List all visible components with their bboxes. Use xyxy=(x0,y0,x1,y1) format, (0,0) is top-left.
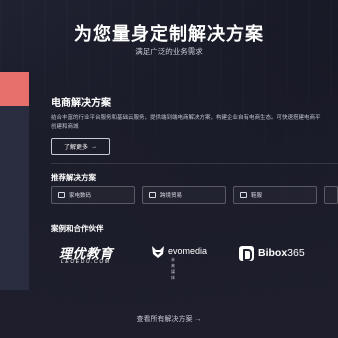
section-divider xyxy=(51,163,338,164)
partner-logo-name: Bibox365 xyxy=(258,247,305,259)
recommended-item-apparel[interactable]: 鞋服 xyxy=(233,186,317,204)
category-sidebar-active-item[interactable] xyxy=(0,72,29,106)
partner-logo-subtitle: 未 来 媒 体 xyxy=(171,257,177,280)
bibox-suffix: 365 xyxy=(287,247,305,259)
recommended-item-cross-border[interactable]: 跨境贸易 xyxy=(142,186,226,204)
learn-more-button[interactable]: 了解更多 → xyxy=(51,138,110,155)
recommended-item-label: 跨境贸易 xyxy=(160,193,183,199)
arrow-right-icon: → xyxy=(91,143,97,150)
view-all-label: 查看所有解决方案 xyxy=(136,316,193,323)
recommended-item-label: 家电数码 xyxy=(69,193,92,199)
partner-logo-name: evomedia xyxy=(168,246,208,256)
recommended-title: 推荐解决方案 xyxy=(51,173,96,182)
solution-description-line: 结合丰富的行业平台服务和基础云服务，提供端到端电商解决方案，构建企业自有电商生态… xyxy=(51,115,321,121)
recommended-item-label: 鞋服 xyxy=(251,193,263,199)
partners-title: 案例和合作伙伴 xyxy=(51,224,104,233)
solution-description-line: 创建和商城 xyxy=(51,124,79,130)
page-title: 为您量身定制解决方案 xyxy=(74,24,264,44)
arrow-right-icon: → xyxy=(194,316,202,323)
page-subtitle: 满足广泛的业务需求 xyxy=(135,47,203,56)
learn-more-label: 了解更多 xyxy=(63,145,88,151)
bibox-name: Bibox xyxy=(258,247,288,259)
bibox-mark-icon xyxy=(239,246,254,261)
partner-logo-subtitle: LEOEDU.COM xyxy=(61,259,111,265)
fox-icon xyxy=(152,246,164,258)
partner-logos: 理优教育 LEOEDU.COM evomedia 未 来 媒 体 Bibox36… xyxy=(51,238,338,280)
view-all-solutions-link[interactable]: 查看所有解决方案 → xyxy=(0,314,338,324)
category-sidebar[interactable] xyxy=(0,72,29,290)
recommended-list: 家电数码 跨境贸易 鞋服 xyxy=(51,186,338,204)
box-icon xyxy=(149,192,156,198)
recommended-item-partial[interactable] xyxy=(324,186,338,204)
box-icon xyxy=(58,192,65,198)
solution-title: 电商解决方案 xyxy=(51,98,111,109)
recommended-item-appliances[interactable]: 家电数码 xyxy=(51,186,135,204)
box-icon xyxy=(240,192,247,198)
solution-description: 结合丰富的行业平台服务和基础云服务，提供端到端电商解决方案，构建企业自有电商生态… xyxy=(51,114,338,132)
